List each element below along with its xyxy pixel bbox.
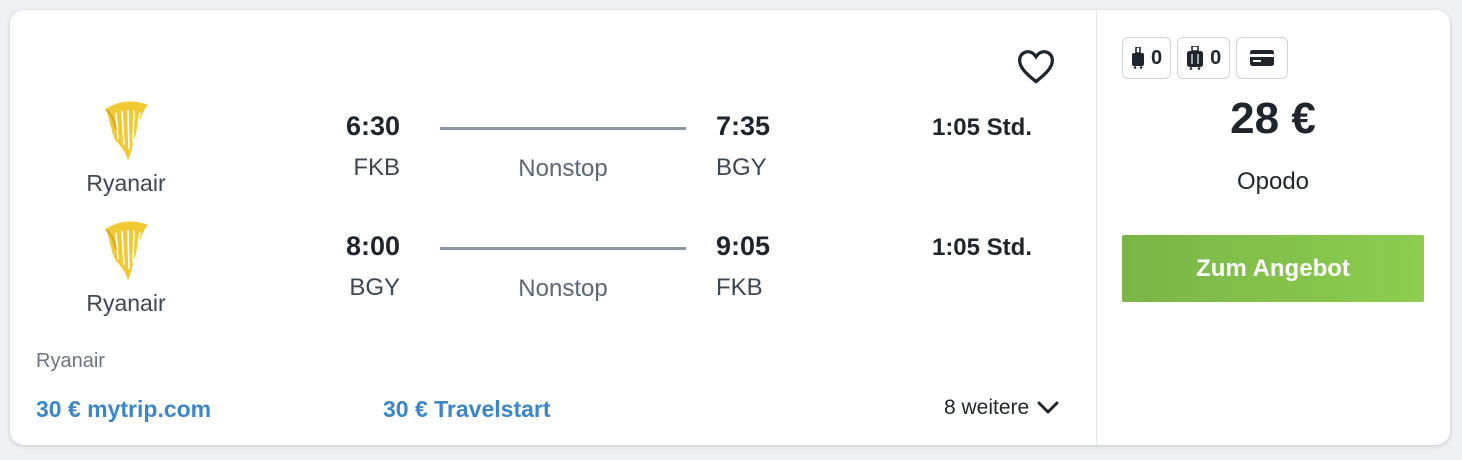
- carry-on-bag-icon: [1132, 47, 1144, 69]
- flight-duration: 1:05 Std.: [931, 114, 1032, 141]
- departure-time: 6:30: [345, 111, 400, 141]
- flight-result-card: Ryanair 6:30 FKB Nonstop 7:35 BGY 1:05 S…: [10, 10, 1450, 445]
- departure-airport-code: BGY: [349, 274, 400, 301]
- alternative-offer-link[interactable]: 30 € mytrip.com: [36, 396, 211, 423]
- airline-name: Ryanair: [86, 290, 166, 316]
- arrival-time: 7:35: [716, 111, 771, 141]
- card-divider: [1096, 10, 1097, 445]
- favorite-heart-icon[interactable]: [1016, 48, 1056, 84]
- stops-label: Nonstop: [518, 275, 608, 302]
- operating-airline: Ryanair: [36, 350, 105, 372]
- route-line: [440, 127, 686, 130]
- departure-airport-code: FKB: [353, 154, 400, 181]
- ryanair-harp-logo-icon: [102, 219, 152, 283]
- more-offers-label: 8 weitere: [944, 396, 1030, 419]
- checked-bag-badge[interactable]: 0: [1177, 37, 1231, 79]
- baggage-info: 0 0: [1122, 37, 1289, 79]
- airline-name: Ryanair: [86, 170, 166, 196]
- stops-label: Nonstop: [518, 155, 608, 182]
- checked-bag-count: 0: [1210, 46, 1222, 69]
- return-leg: Ryanair 8:00 BGY Nonstop 9:05 FKB 1:05 S…: [10, 215, 1096, 325]
- view-deal-button[interactable]: Zum Angebot: [1122, 235, 1424, 302]
- outbound-leg: Ryanair 6:30 FKB Nonstop 7:35 BGY 1:05 S…: [10, 95, 1096, 205]
- departure-time: 8:00: [345, 231, 400, 261]
- carry-on-badge[interactable]: 0: [1122, 37, 1172, 79]
- arrival-time: 9:05: [716, 231, 771, 261]
- carry-on-count: 0: [1151, 46, 1163, 69]
- flight-duration: 1:05 Std.: [931, 234, 1032, 261]
- arrival-airport-code: BGY: [716, 154, 767, 181]
- payment-badge[interactable]: [1236, 37, 1289, 79]
- more-offers-toggle[interactable]: 8 weitere: [944, 396, 1059, 420]
- arrival-airport-code: FKB: [716, 274, 763, 301]
- price: 28 €: [1230, 94, 1316, 143]
- provider-name: Opodo: [1236, 168, 1310, 195]
- ryanair-harp-logo-icon: [102, 99, 152, 163]
- chevron-down-icon: [1037, 401, 1059, 414]
- route-line: [440, 247, 686, 250]
- alternative-offer-link[interactable]: 30 € Travelstart: [383, 396, 551, 423]
- credit-card-icon: [1250, 50, 1275, 66]
- checked-bag-icon: [1187, 46, 1204, 70]
